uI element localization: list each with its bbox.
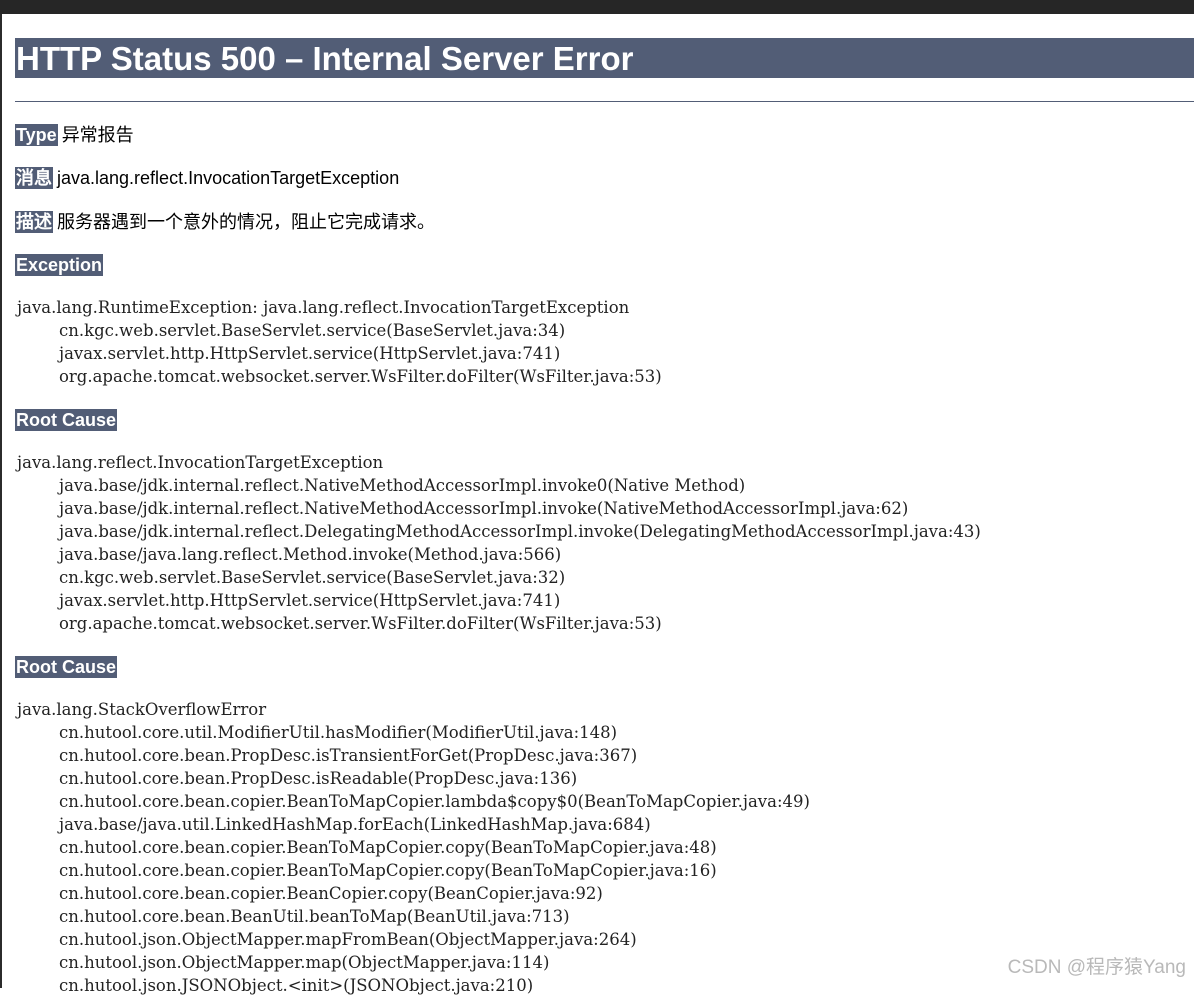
trace-line: cn.hutool.core.bean.copier.BeanToMapCopi… — [17, 838, 717, 857]
trace-line: org.apache.tomcat.websocket.server.WsFil… — [17, 614, 662, 633]
trace-line: java.lang.RuntimeException: java.lang.re… — [17, 298, 630, 317]
type-value: 异常报告 — [61, 125, 134, 145]
trace-line: cn.hutool.core.bean.BeanUtil.beanToMap(B… — [17, 907, 570, 926]
root-cause-heading-1: Root Cause — [15, 409, 118, 431]
trace-line: org.apache.tomcat.websocket.server.WsFil… — [17, 367, 662, 386]
type-label: Type — [15, 124, 58, 146]
exception-trace: java.lang.RuntimeException: java.lang.re… — [17, 296, 662, 388]
trace-line: cn.hutool.core.bean.copier.BeanToMapCopi… — [17, 792, 810, 811]
trace-line: java.base/jdk.internal.reflect.NativeMet… — [17, 476, 746, 495]
trace-line: java.base/java.lang.reflect.Method.invok… — [17, 545, 562, 564]
divider — [15, 101, 1194, 102]
window-top-bar — [0, 0, 1194, 14]
root-cause-heading-2: Root Cause — [15, 656, 118, 678]
trace-line: cn.hutool.core.bean.copier.BeanCopier.co… — [17, 884, 603, 903]
message-value: java.lang.reflect.InvocationTargetExcept… — [57, 168, 400, 188]
message-label: 消息 — [15, 167, 53, 189]
description-value: 服务器遇到一个意外的情况，阻止它完成请求。 — [57, 212, 435, 232]
message-row: 消息 java.lang.reflect.InvocationTargetExce… — [15, 167, 399, 189]
trace-line: javax.servlet.http.HttpServlet.service(H… — [17, 591, 561, 610]
trace-line: javax.servlet.http.HttpServlet.service(H… — [17, 344, 561, 363]
trace-line: cn.hutool.core.bean.PropDesc.isTransient… — [17, 746, 638, 765]
trace-line: java.base/java.util.LinkedHashMap.forEac… — [17, 815, 651, 834]
root-cause-trace-2: java.lang.StackOverflowError cn.hutool.c… — [17, 698, 810, 997]
description-row: 描述 服务器遇到一个意外的情况，阻止它完成请求。 — [15, 211, 435, 233]
type-row: Type 异常报告 — [15, 124, 134, 146]
window-left-edge — [0, 14, 2, 988]
csdn-watermark: CSDN @程序猿Yang — [1007, 957, 1186, 978]
trace-line: cn.hutool.json.ObjectMapper.mapFromBean(… — [17, 930, 637, 949]
trace-line: java.base/jdk.internal.reflect.Delegatin… — [17, 522, 981, 541]
trace-line: java.lang.reflect.InvocationTargetExcept… — [17, 453, 384, 472]
trace-line: cn.hutool.json.ObjectMapper.map(ObjectMa… — [17, 953, 550, 972]
trace-line: cn.hutool.core.bean.copier.BeanToMapCopi… — [17, 861, 717, 880]
page-title: HTTP Status 500 – Internal Server Error — [15, 38, 1194, 78]
trace-line: cn.kgc.web.servlet.BaseServlet.service(B… — [17, 321, 566, 340]
trace-line: cn.kgc.web.servlet.BaseServlet.service(B… — [17, 568, 566, 587]
trace-line: cn.hutool.core.bean.PropDesc.isReadable(… — [17, 769, 578, 788]
trace-line: java.base/jdk.internal.reflect.NativeMet… — [17, 499, 909, 518]
root-cause-trace-1: java.lang.reflect.InvocationTargetExcept… — [17, 451, 981, 635]
trace-line: cn.hutool.core.util.ModifierUtil.hasModi… — [17, 723, 618, 742]
trace-line: java.lang.StackOverflowError — [17, 700, 267, 719]
trace-line: cn.hutool.json.JSONObject.<init>(JSONObj… — [17, 976, 534, 995]
exception-heading: Exception — [15, 254, 104, 276]
description-label: 描述 — [15, 211, 53, 233]
